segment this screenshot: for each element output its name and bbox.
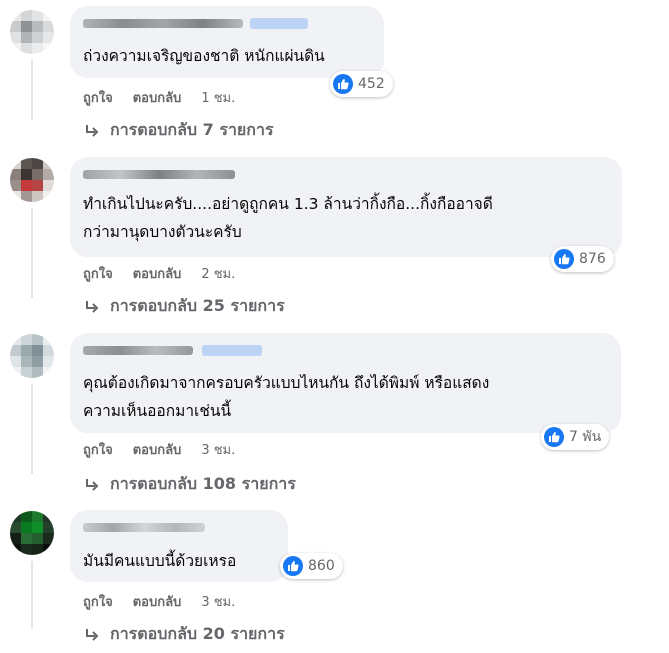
reply-button[interactable]: ตอบกลับ	[133, 91, 182, 106]
view-replies-button[interactable]: การตอบกลับ 20 รายการ	[84, 622, 285, 647]
reply-button[interactable]: ตอบกลับ	[133, 267, 182, 282]
comment-bubble: คุณต้องเกิดมาจากครอบครัวแบบไหนกัน ถึงได้…	[70, 333, 621, 433]
reaction-count[interactable]: 876	[551, 246, 614, 272]
timestamp[interactable]: 3 ชม.	[201, 443, 235, 458]
thread-line	[31, 208, 33, 298]
reply-button[interactable]: ตอบกลับ	[133, 443, 182, 458]
like-button[interactable]: ถูกใจ	[83, 443, 113, 458]
comment-text-line-1: คุณต้องเกิดมาจากครอบครัวแบบไหนกัน ถึงได้…	[83, 374, 490, 392]
replies-label: การตอบกลับ 20 รายการ	[110, 624, 285, 643]
author-name[interactable]	[83, 346, 193, 355]
comment-text: ถ่วงความเจริญของชาติ หนักแผ่นดิน	[83, 47, 325, 65]
comment-text-line-2: กว่ามานุดบางตัวนะครับ	[83, 223, 242, 241]
comment-text-line-1: ทำเกินไปนะครับ....อย่าดูถูกคน 1.3 ล้านว่…	[83, 195, 493, 213]
timestamp[interactable]: 3 ชม.	[201, 595, 235, 610]
comment-text: มันมีคนแบบนี้ด้วยเหรอ	[83, 552, 237, 570]
like-icon	[283, 556, 303, 576]
comment-text-line-2: ความเห็นออกมาเช่นนี้	[83, 402, 232, 420]
avatar[interactable]	[10, 158, 54, 202]
comment-actions: ถูกใจ ตอบกลับ 1 ชม.	[83, 87, 255, 108]
view-replies-button[interactable]: การตอบกลับ 7 รายการ	[84, 118, 274, 143]
reaction-count[interactable]: 860	[280, 553, 343, 579]
reply-arrow-icon	[86, 124, 99, 137]
comment-bubble: มันมีคนแบบนี้ด้วยเหรอ	[70, 510, 288, 582]
comment-bubble: ถ่วงความเจริญของชาติ หนักแผ่นดิน	[70, 6, 384, 78]
like-button[interactable]: ถูกใจ	[83, 595, 113, 610]
author-name[interactable]	[83, 19, 243, 28]
like-count: 452	[358, 76, 385, 92]
like-count: 7 พัน	[569, 429, 602, 445]
comment-bubble: ทำเกินไปนะครับ....อย่าดูถูกคน 1.3 ล้านว่…	[70, 157, 622, 257]
replies-label: การตอบกลับ 7 รายการ	[110, 120, 274, 139]
avatar[interactable]	[10, 10, 54, 54]
thread-line	[31, 561, 33, 629]
avatar[interactable]	[10, 511, 54, 555]
reply-arrow-icon	[86, 478, 99, 491]
reply-button[interactable]: ตอบกลับ	[133, 595, 182, 610]
comment-actions: ถูกใจ ตอบกลับ 3 ชม.	[83, 439, 255, 460]
replies-label: การตอบกลับ 25 รายการ	[110, 296, 285, 315]
view-replies-button[interactable]: การตอบกลับ 25 รายการ	[84, 294, 285, 319]
thread-line	[31, 384, 33, 474]
view-replies-button[interactable]: การตอบกลับ 108 รายการ	[84, 472, 296, 497]
like-icon	[544, 427, 564, 447]
reply-arrow-icon	[86, 628, 99, 641]
like-button[interactable]: ถูกใจ	[83, 91, 113, 106]
like-count: 876	[579, 251, 606, 267]
timestamp[interactable]: 2 ชม.	[201, 267, 235, 282]
like-icon	[554, 249, 574, 269]
like-icon	[333, 74, 353, 94]
thread-line	[31, 60, 33, 120]
replies-label: การตอบกลับ 108 รายการ	[110, 474, 296, 493]
reaction-count[interactable]: 7 พัน	[541, 424, 610, 450]
author-name[interactable]	[83, 170, 235, 179]
author-name[interactable]	[83, 523, 205, 532]
avatar[interactable]	[10, 334, 54, 378]
reply-arrow-icon	[86, 300, 99, 313]
like-button[interactable]: ถูกใจ	[83, 267, 113, 282]
author-badge	[250, 18, 308, 29]
author-badge	[202, 345, 262, 356]
comment-actions: ถูกใจ ตอบกลับ 2 ชม.	[83, 263, 255, 284]
reaction-count[interactable]: 452	[330, 71, 393, 97]
timestamp[interactable]: 1 ชม.	[201, 91, 235, 106]
like-count: 860	[308, 558, 335, 574]
comment-actions: ถูกใจ ตอบกลับ 3 ชม.	[83, 591, 255, 612]
